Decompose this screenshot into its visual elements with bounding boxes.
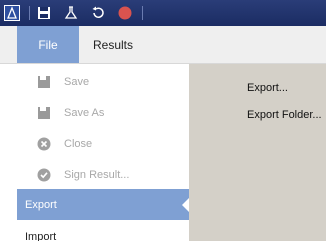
undo-icon[interactable] xyxy=(89,4,107,22)
toolbar-separator xyxy=(29,6,30,20)
save-icon[interactable] xyxy=(35,4,53,22)
export-submenu-panel: Export... Export Folder... xyxy=(189,64,326,241)
tab-file[interactable]: File xyxy=(17,26,79,63)
save-icon xyxy=(36,74,52,90)
selection-pointer xyxy=(182,198,189,212)
menu-item-export[interactable]: Export xyxy=(17,189,189,220)
record-icon[interactable] xyxy=(116,4,134,22)
close-circle-icon xyxy=(36,136,52,152)
save-as-icon xyxy=(36,105,52,121)
menu-item-save-as[interactable]: Save As xyxy=(17,97,189,128)
menu-bar: File Results xyxy=(0,26,326,64)
title-bar xyxy=(0,0,326,26)
menu-item-save[interactable]: Save xyxy=(17,66,189,97)
flask-icon[interactable] xyxy=(62,4,80,22)
menu-item-label: Save As xyxy=(64,106,105,119)
app-logo-icon[interactable] xyxy=(3,4,21,22)
toolbar-separator xyxy=(142,6,143,20)
submenu-item-export[interactable]: Export... xyxy=(247,82,288,94)
menu-item-close[interactable]: Close xyxy=(17,128,189,159)
tab-results[interactable]: Results xyxy=(79,26,147,63)
file-menu: Save Save As Close Sign Result... Export… xyxy=(17,64,189,241)
menu-item-label: Close xyxy=(64,137,93,150)
submenu-item-export-folder[interactable]: Export Folder... xyxy=(247,109,322,121)
check-circle-icon xyxy=(36,167,52,183)
menu-item-sign-result[interactable]: Sign Result... xyxy=(17,159,189,190)
menu-item-label: Sign Result... xyxy=(64,168,130,181)
menu-item-import[interactable]: Import xyxy=(17,221,189,241)
menu-item-label: Export xyxy=(25,198,57,211)
menu-item-label: Save xyxy=(64,75,90,88)
menu-item-label: Import xyxy=(25,230,57,241)
